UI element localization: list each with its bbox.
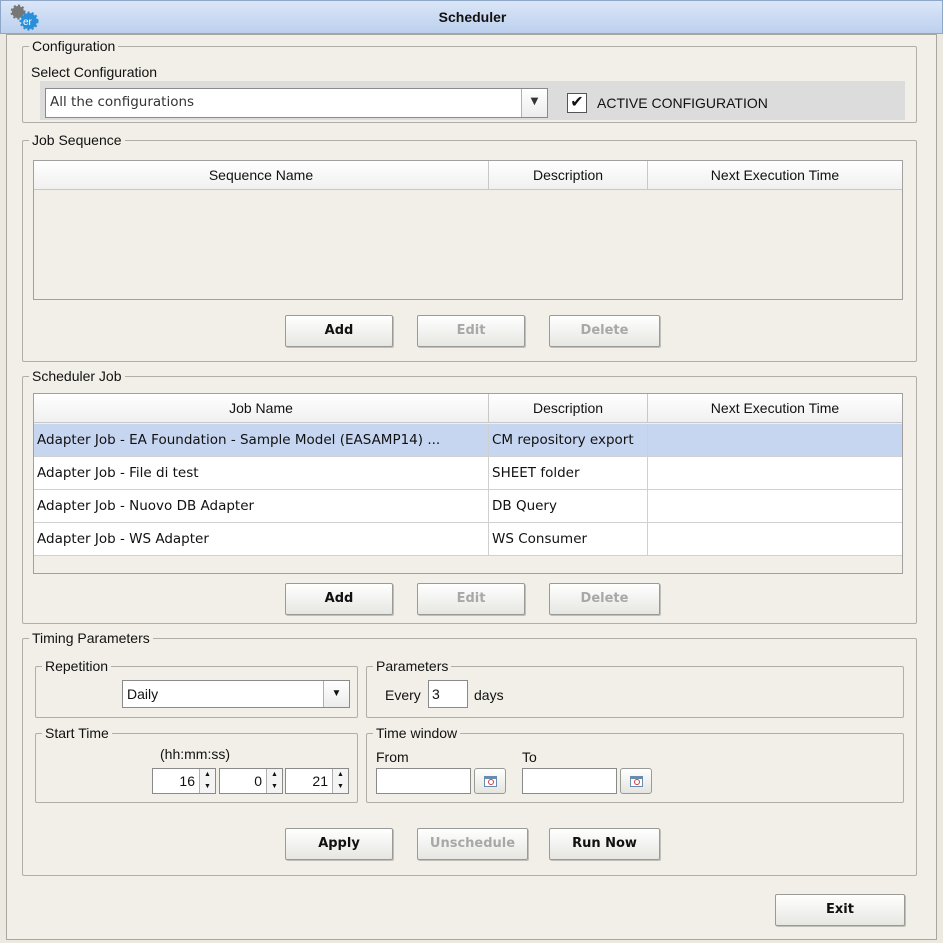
configuration-select[interactable]: All the configurations ▼	[45, 88, 548, 118]
run-now-button[interactable]: Run Now	[549, 828, 660, 860]
description-cell: WS Consumer	[489, 523, 648, 555]
select-configuration-label: Select Configuration	[31, 64, 158, 80]
spinner-arrows-icon[interactable]: ▲ ▼	[266, 769, 282, 793]
minutes-spinner[interactable]: 0 ▲ ▼	[219, 768, 283, 794]
configuration-legend: Configuration	[29, 38, 119, 54]
column-sequence-name[interactable]: Sequence Name	[34, 161, 489, 189]
configuration-value: All the configurations	[50, 94, 195, 110]
job-name-cell: Adapter Job - WS Adapter	[34, 523, 489, 555]
chevron-down-icon[interactable]: ▼	[521, 89, 547, 117]
to-label: To	[522, 749, 537, 765]
spinner-arrows-icon[interactable]: ▲ ▼	[332, 769, 348, 793]
column-job-name[interactable]: Job Name	[34, 394, 489, 422]
sequence-edit-button[interactable]: Edit	[417, 315, 525, 347]
timing-parameters-legend: Timing Parameters	[29, 630, 153, 646]
description-cell: CM repository export	[489, 424, 648, 456]
exit-button[interactable]: Exit	[775, 894, 905, 926]
next-execution-cell	[648, 490, 902, 522]
description-cell: SHEET folder	[489, 457, 648, 489]
minutes-value: 0	[254, 773, 262, 789]
unschedule-button[interactable]: Unschedule	[417, 828, 528, 860]
table-row[interactable]: Adapter Job - EA Foundation - Sample Mod…	[34, 424, 902, 457]
seconds-spinner[interactable]: 21 ▲ ▼	[285, 768, 349, 794]
spinner-arrows-icon[interactable]: ▲ ▼	[199, 769, 215, 793]
next-execution-cell	[648, 424, 902, 456]
active-configuration-checkbox[interactable]: ✔	[567, 93, 587, 113]
calendar-icon	[484, 776, 497, 787]
next-execution-cell	[648, 523, 902, 555]
hours-spinner[interactable]: 16 ▲ ▼	[152, 768, 216, 794]
table-row[interactable]: Adapter Job - Nuovo DB Adapter DB Query	[34, 490, 902, 523]
job-add-button[interactable]: Add	[285, 583, 393, 615]
repetition-value: Daily	[127, 686, 159, 702]
every-days-input[interactable]: 3	[428, 680, 468, 708]
from-date-input[interactable]	[376, 768, 471, 794]
window-title: Scheduler	[438, 9, 507, 25]
scheduler-job-legend: Scheduler Job	[29, 368, 125, 384]
column-next-execution-time[interactable]: Next Execution Time	[648, 394, 902, 422]
table-header: Job Name Description Next Execution Time	[34, 394, 902, 423]
repetition-select[interactable]: Daily ▼	[122, 680, 350, 708]
from-calendar-button[interactable]	[474, 768, 506, 794]
hours-value: 16	[179, 773, 195, 789]
job-sequence-table[interactable]: Sequence Name Description Next Execution…	[33, 160, 903, 300]
time-window-legend: Time window	[373, 725, 461, 741]
days-label: days	[474, 687, 504, 703]
chevron-down-icon[interactable]: ▼	[323, 681, 349, 707]
job-edit-button[interactable]: Edit	[417, 583, 525, 615]
seconds-value: 21	[312, 773, 328, 789]
apply-button[interactable]: Apply	[285, 828, 393, 860]
every-label: Every	[385, 687, 421, 703]
column-description[interactable]: Description	[489, 394, 648, 422]
start-time-legend: Start Time	[42, 725, 112, 741]
parameters-legend: Parameters	[373, 658, 452, 674]
column-next-execution-time[interactable]: Next Execution Time	[648, 161, 902, 189]
scheduler-job-table[interactable]: Job Name Description Next Execution Time…	[33, 393, 903, 574]
to-calendar-button[interactable]	[620, 768, 652, 794]
time-format-label: (hh:mm:ss)	[160, 746, 230, 762]
job-name-cell: Adapter Job - Nuovo DB Adapter	[34, 490, 489, 522]
description-cell: DB Query	[489, 490, 648, 522]
job-name-cell: Adapter Job - File di test	[34, 457, 489, 489]
table-row[interactable]: Adapter Job - WS Adapter WS Consumer	[34, 523, 902, 556]
next-execution-cell	[648, 457, 902, 489]
column-description[interactable]: Description	[489, 161, 648, 189]
title-bar[interactable]: er Scheduler	[0, 0, 943, 34]
calendar-icon	[630, 776, 643, 787]
sequence-add-button[interactable]: Add	[285, 315, 393, 347]
from-label: From	[376, 749, 409, 765]
job-delete-button[interactable]: Delete	[549, 583, 660, 615]
table-row[interactable]: Adapter Job - File di test SHEET folder	[34, 457, 902, 490]
to-date-input[interactable]	[522, 768, 617, 794]
repetition-legend: Repetition	[42, 658, 112, 674]
table-header: Sequence Name Description Next Execution…	[34, 161, 902, 190]
job-name-cell: Adapter Job - EA Foundation - Sample Mod…	[34, 424, 489, 456]
sequence-delete-button[interactable]: Delete	[549, 315, 660, 347]
active-configuration-label: ACTIVE CONFIGURATION	[597, 95, 768, 111]
job-sequence-legend: Job Sequence	[29, 132, 125, 148]
